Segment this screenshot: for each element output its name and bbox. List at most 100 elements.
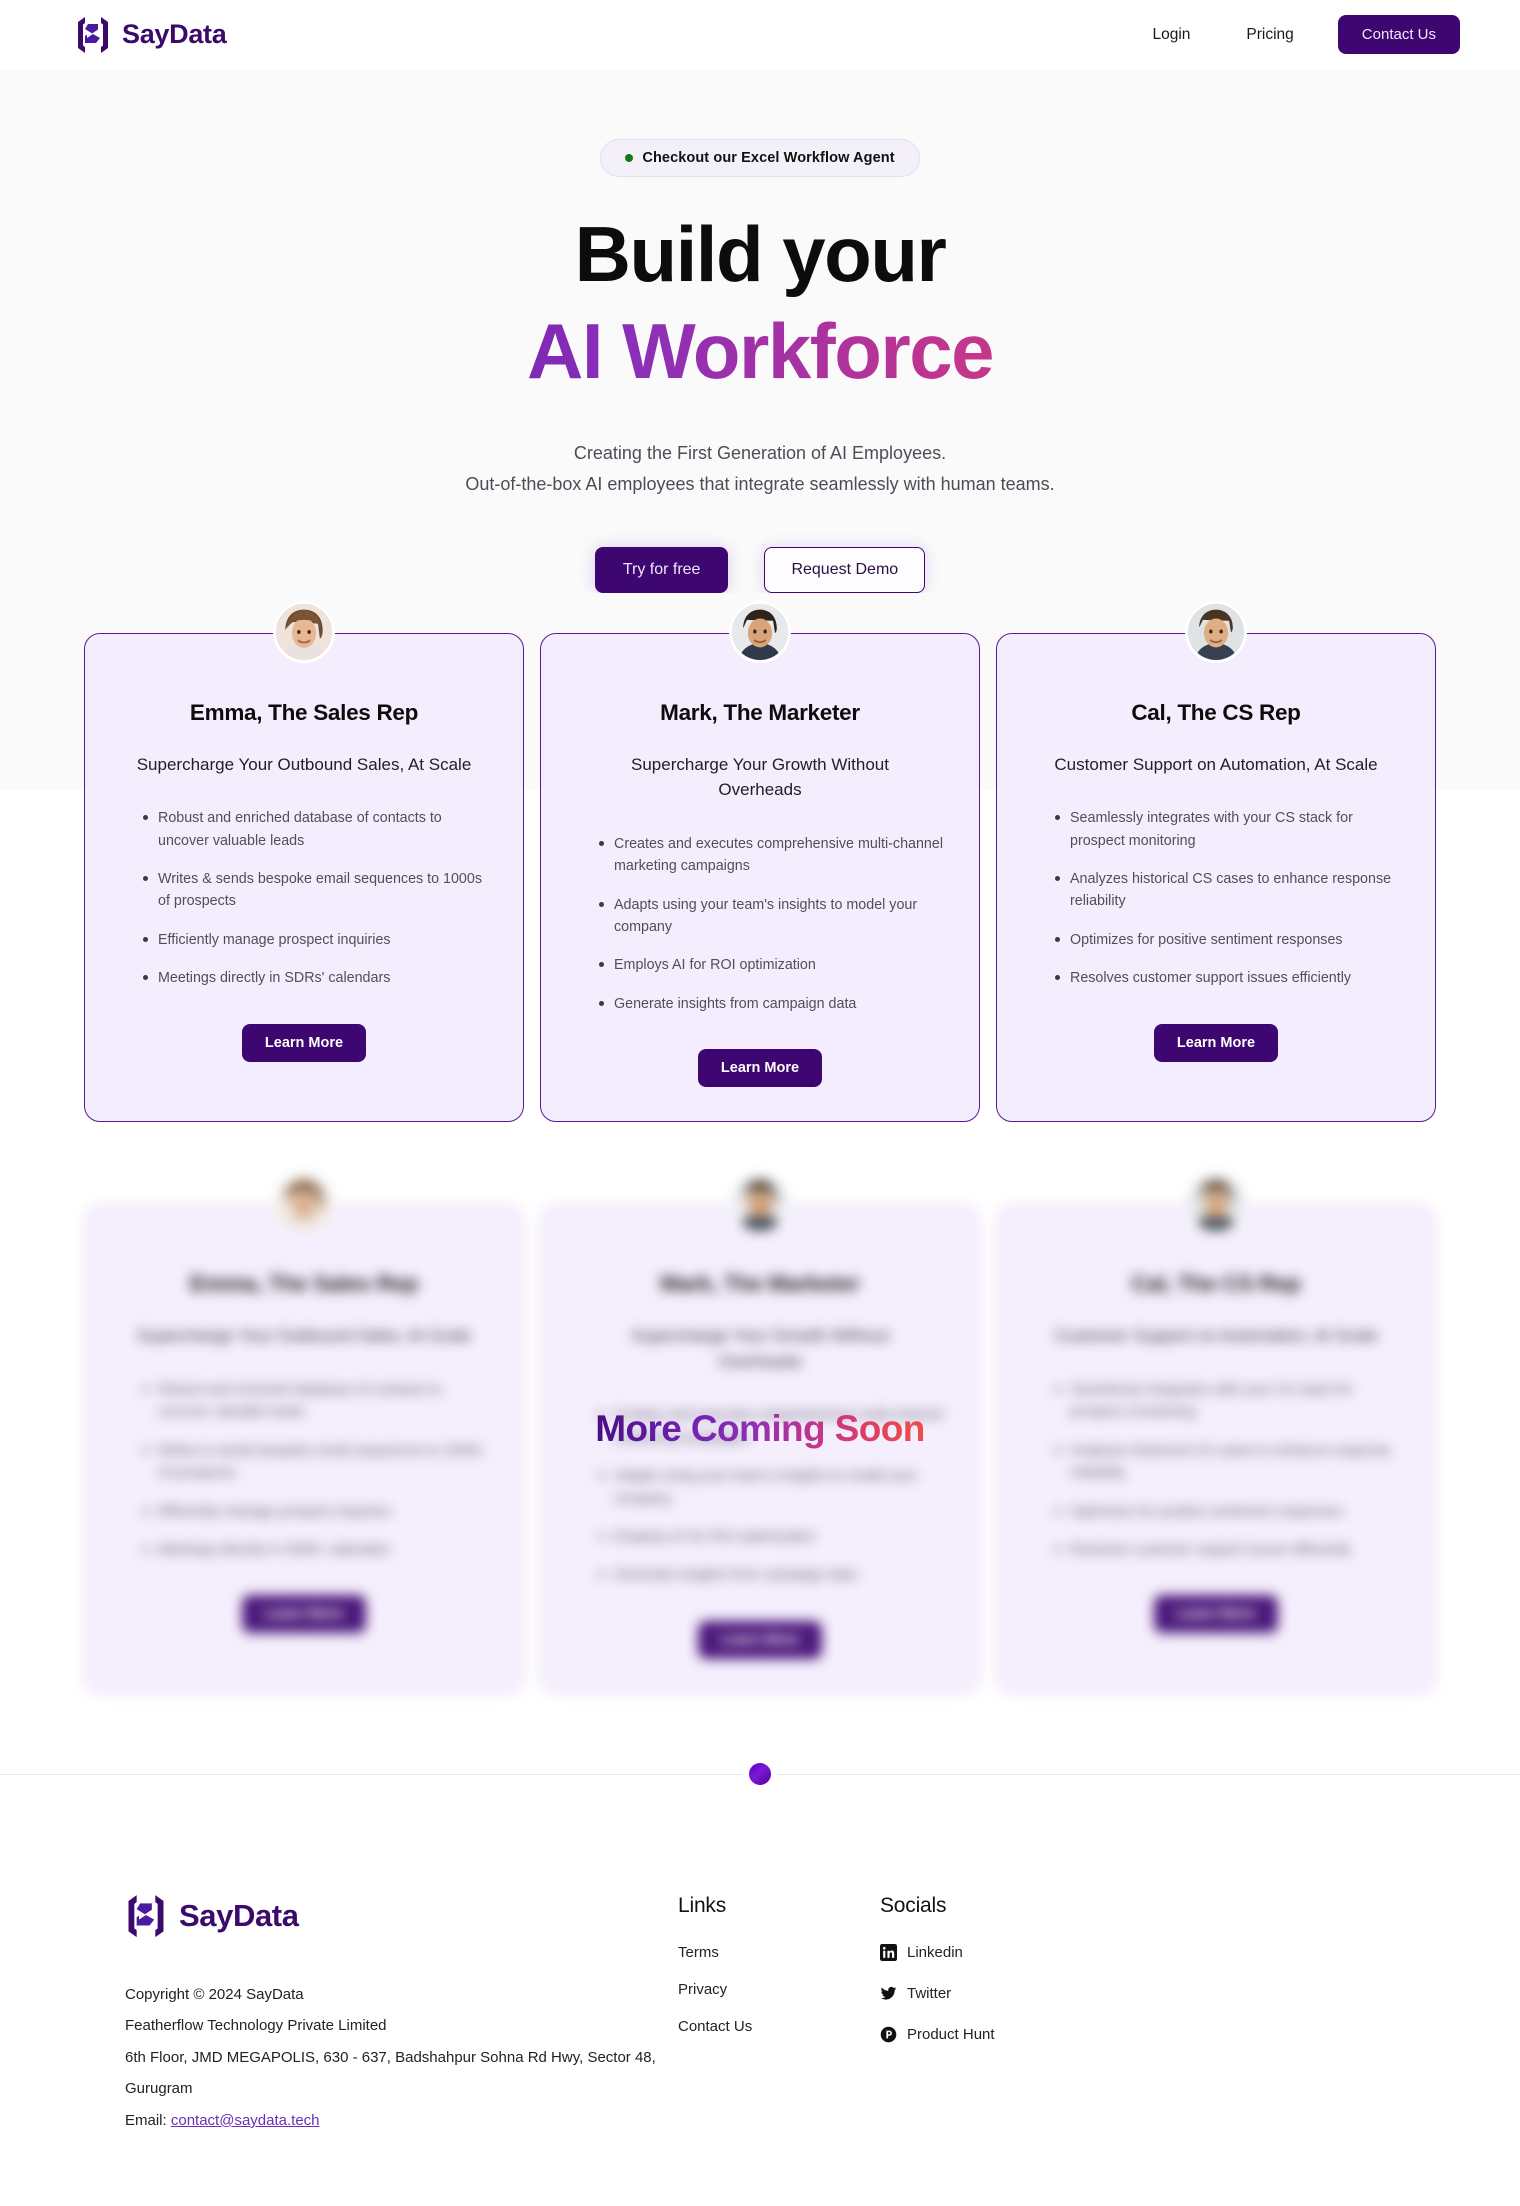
card-bullet: Adapts using your team's insights to mod… [599, 1465, 943, 1510]
card-bullet: Meetings directly in SDRs' calendars [143, 1539, 487, 1561]
agent-card-mark[interactable]: Mark, The Marketer Supercharge Your Grow… [540, 600, 980, 1123]
avatar-emma-icon [273, 600, 335, 663]
card-bullet: Seamlessly integrates with your CS stack… [1055, 807, 1399, 852]
footer-email-link[interactable]: contact@saydata.tech [171, 2112, 320, 2129]
footer-socials-list: Linkedin Twitter Product Hunt [880, 1943, 1040, 2048]
card-subtitle: Customer Support on Automation, At Scale [1054, 1326, 1378, 1346]
footer-brand-logo[interactable]: SayData [125, 1894, 678, 1939]
avatar-emma-icon [273, 1172, 335, 1235]
top-navigation-bar: SayData Login Pricing Contact Us [0, 0, 1520, 69]
agent-card-mark-blurred[interactable]: Mark, The Marketer Supercharge Your Grow… [540, 1172, 980, 1694]
card-bullet: Analyzes historical CS cases to enhance … [1055, 1440, 1399, 1485]
card-bullet: Writes & sends bespoke email sequences t… [143, 1440, 487, 1485]
footer: SayData Copyright © 2024 SayData Feather… [0, 1804, 1520, 2206]
card-bullet: Optimizes for positive sentiment respons… [1055, 929, 1399, 951]
footer-email-row: Email: contact@saydata.tech [125, 2105, 678, 2137]
agent-card-emma-blurred[interactable]: Emma, The Sales Rep Supercharge Your Out… [84, 1172, 524, 1694]
card-bullet: Robust and enriched database of contacts… [143, 807, 487, 852]
footer-social-twitter[interactable]: Twitter [880, 1985, 951, 2002]
footer-link-item: Contact Us [678, 2018, 838, 2036]
avatar-mark-icon [729, 1172, 791, 1235]
hero-subtitle-line2: Out-of-the-box AI employees that integra… [465, 473, 1055, 494]
card-bullet: Optimizes for positive sentiment respons… [1055, 1501, 1399, 1523]
hero-badge-wrapper: Checkout our Excel Workflow Agent [0, 139, 1520, 177]
card-feature-list: Robust and enriched database of contacts… [115, 807, 493, 1006]
footer-socials-column: Socials Linkedin Twitter Product Hunt [880, 1894, 1040, 2137]
nav-link-pricing[interactable]: Pricing [1218, 18, 1321, 52]
footer-links-list: Terms Privacy Contact Us [678, 1944, 838, 2036]
card-subtitle: Supercharge Your Outbound Sales, At Scal… [136, 754, 472, 774]
card-bullet: Resolves customer support issues efficie… [1055, 967, 1399, 989]
footer-social-linkedin[interactable]: Linkedin [880, 1943, 963, 1961]
learn-more-button[interactable]: Learn More [697, 1049, 823, 1088]
footer-social-item: Product Hunt [880, 2026, 1040, 2048]
footer-email-label: Email: [125, 2111, 167, 2129]
hero-subtitle: Creating the First Generation of AI Empl… [0, 438, 1520, 500]
saydata-bracket-s-logo-icon [75, 16, 111, 54]
learn-more-button[interactable]: Learn More [241, 1023, 367, 1062]
card-feature-list: Seamlessly integrates with your CS stack… [1027, 807, 1405, 1006]
request-demo-button[interactable]: Request Demo [764, 546, 926, 593]
footer-left-column: SayData Copyright © 2024 SayData Feather… [125, 1894, 678, 2137]
footer-social-label: Linkedin [907, 1943, 963, 1961]
footer-social-product-hunt[interactable]: Product Hunt [880, 2026, 995, 2043]
card-feature-list: Creates and executes comprehensive multi… [571, 833, 949, 1032]
footer-copyright: Copyright © 2024 SayData [125, 1985, 304, 2003]
agent-card-emma[interactable]: Emma, The Sales Rep Supercharge Your Out… [84, 600, 524, 1123]
contact-us-button[interactable]: Contact Us [1337, 15, 1460, 54]
hero-subtitle-line1: Creating the First Generation of AI Empl… [573, 442, 947, 463]
saydata-bracket-s-logo-icon [125, 1894, 167, 1939]
card-subtitle: Customer Support on Automation, At Scale [1054, 754, 1378, 774]
avatar-mark-icon [729, 600, 791, 663]
footer-links-column: Links Terms Privacy Contact Us [678, 1894, 838, 2137]
card-feature-list: Creates and executes comprehensive multi… [571, 1404, 949, 1603]
card-title: Emma, The Sales Rep [189, 1271, 419, 1297]
card-title: Mark, The Marketer [660, 1271, 860, 1297]
card-title: Cal, The CS Rep [1131, 1271, 1301, 1297]
footer-right-columns: Links Terms Privacy Contact Us Socials Lin… [678, 1894, 1460, 2137]
excel-workflow-agent-badge[interactable]: Checkout our Excel Workflow Agent [600, 139, 920, 177]
try-for-free-button[interactable]: Try for free [594, 546, 729, 593]
coming-soon-band: Emma, The Sales Rep Supercharge Your Out… [0, 1164, 1520, 1694]
footer-link-item: Privacy [678, 1981, 838, 1999]
learn-more-button[interactable]: Learn More [697, 1620, 823, 1659]
footer-link-privacy[interactable]: Privacy [678, 1981, 727, 1998]
hero-title-line1: Build your [574, 210, 947, 298]
footer-brand-name: SayData [179, 1898, 299, 1934]
card-bullet: Writes & sends bespoke email sequences t… [143, 868, 487, 913]
learn-more-button[interactable]: Learn More [1153, 1023, 1279, 1062]
footer-social-label: Twitter [907, 1984, 952, 2002]
card-bullet: Adapts using your team's insights to mod… [599, 894, 943, 939]
agent-card-cal-blurred[interactable]: Cal, The CS Rep Customer Support on Auto… [996, 1172, 1436, 1694]
card-bullet: Meetings directly in SDRs' calendars [143, 967, 487, 989]
card-bullet: Creates and executes comprehensive multi… [599, 1404, 943, 1449]
card-title: Cal, The CS Rep [1131, 699, 1301, 725]
card-subtitle: Supercharge Your Outbound Sales, At Scal… [136, 1326, 472, 1346]
footer-social-item: Twitter [880, 1985, 1040, 2007]
hero-cta-group: Try for free Request Demo [0, 546, 1520, 593]
status-dot-icon [625, 154, 634, 162]
card-bullet: Creates and executes comprehensive multi… [599, 833, 943, 878]
learn-more-button[interactable]: Learn More [241, 1595, 367, 1634]
avatar-cal-icon [1185, 1172, 1247, 1235]
learn-more-button[interactable]: Learn More [1153, 1595, 1279, 1634]
footer-link-contact-us[interactable]: Contact Us [678, 2018, 752, 2035]
card-bullet: Resolves customer support issues efficie… [1055, 1539, 1399, 1561]
card-subtitle: Supercharge Your Growth Without Overhead… [631, 1326, 889, 1371]
card-bullet: Employs AI for ROI optimization [599, 954, 943, 976]
card-subtitle: Supercharge Your Growth Without Overhead… [631, 754, 889, 800]
card-bullet: Generate insights from campaign data [599, 993, 943, 1015]
agent-cards-section: Emma, The Sales Rep Supercharge Your Out… [0, 592, 1520, 1694]
agent-card-cal[interactable]: Cal, The CS Rep Customer Support on Auto… [996, 600, 1436, 1123]
hero-section: Checkout our Excel Workflow Agent Build … [0, 69, 1520, 593]
hero-title-line2: AI Workforce [0, 307, 1520, 395]
footer-link-terms[interactable]: Terms [678, 1944, 719, 1961]
product-hunt-icon [880, 2026, 897, 2043]
card-bullet: Employs AI for ROI optimization [599, 1526, 943, 1548]
brand-name: SayData [122, 19, 227, 49]
footer-links-heading: Links [678, 1893, 727, 1917]
nav-link-login[interactable]: Login [1124, 18, 1218, 52]
avatar-cal-icon [1185, 600, 1247, 663]
brand-logo[interactable]: SayData [75, 16, 227, 54]
footer-address: 6th Floor, JMD MEGAPOLIS, 630 - 637, Bad… [125, 2048, 656, 2098]
